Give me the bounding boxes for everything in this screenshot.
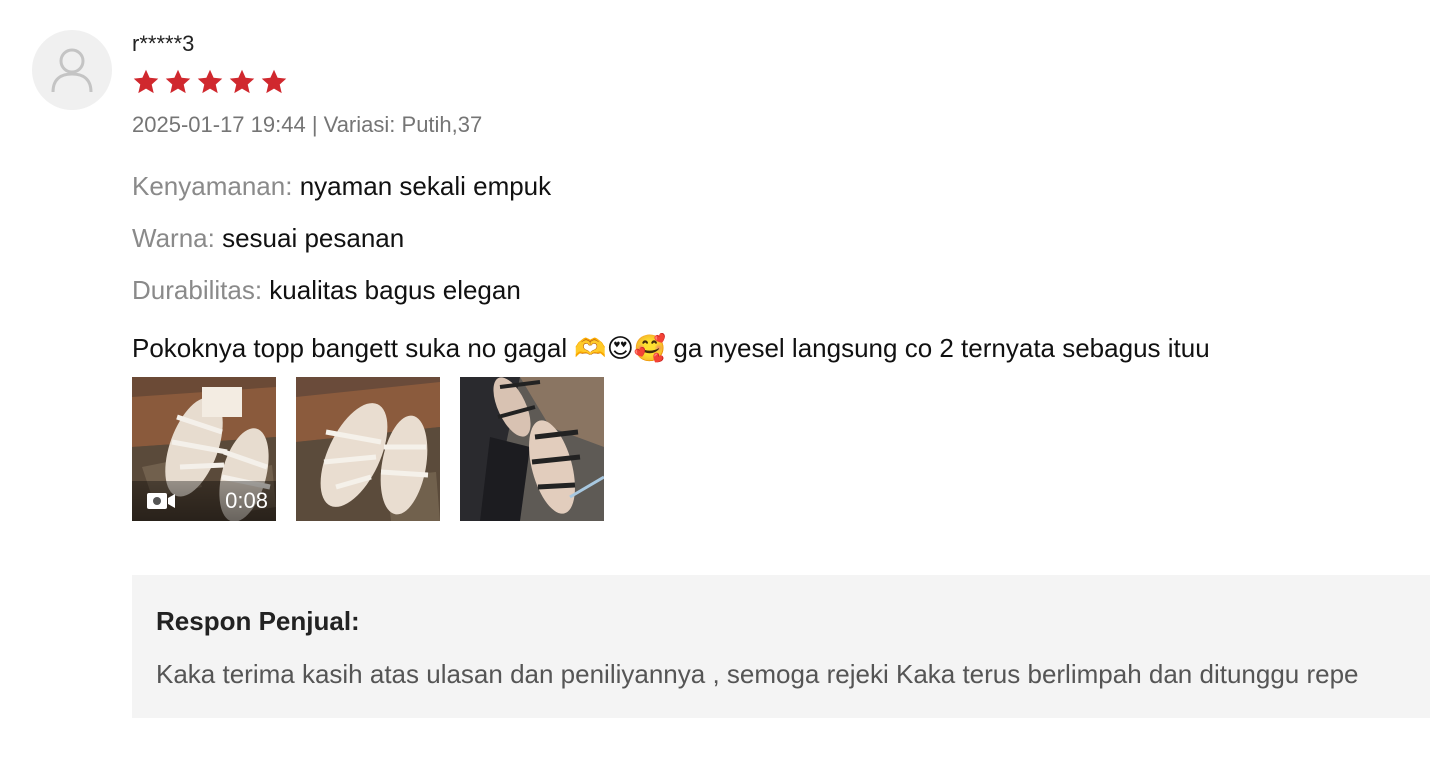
review-attributes: Kenyamanan: nyaman sekali empuk Warna: s… (132, 160, 1430, 316)
attribute-comfort: Kenyamanan: nyaman sekali empuk (132, 160, 1430, 212)
sandal-photo (296, 377, 440, 521)
variation-label: Variasi: (323, 112, 396, 137)
seller-response-title: Respon Penjual: (156, 606, 360, 636)
star-icon (229, 69, 255, 94)
attribute-color: Warna: sesuai pesanan (132, 212, 1430, 264)
user-silhouette-icon (51, 48, 93, 93)
review-datetime: 2025-01-17 19:44 (132, 112, 306, 137)
attribute-value: sesuai pesanan (222, 223, 405, 253)
seller-response: Respon Penjual: Kaka terima kasih atas u… (132, 575, 1430, 718)
review-photo-thumbnail[interactable] (296, 377, 440, 521)
star-icon (165, 69, 191, 94)
star-icon (133, 69, 159, 94)
seller-response-text: Kaka terima kasih atas ulasan dan penili… (156, 659, 1359, 689)
review-video-thumbnail[interactable]: 0:08 (132, 377, 276, 521)
sandal-photo (460, 377, 604, 521)
review-photo-thumbnail[interactable] (460, 377, 604, 521)
attribute-durability: Durabilitas: kualitas bagus elegan (132, 264, 1430, 316)
avatar (32, 30, 112, 110)
star-icon (197, 69, 223, 94)
attribute-label: Kenyamanan: (132, 171, 293, 201)
variation-value: Putih,37 (401, 112, 483, 137)
video-overlay: 0:08 (132, 481, 276, 521)
review-media: 0:08 (132, 377, 1430, 521)
review: r*****3 2025-01-17 19:44 | Variasi: Puti… (132, 28, 1430, 521)
attribute-label: Warna: (132, 223, 215, 253)
attribute-label: Durabilitas: (132, 275, 263, 305)
star-icon (261, 69, 287, 94)
username: r*****3 (132, 31, 195, 56)
attribute-value: nyaman sekali empuk (299, 171, 552, 201)
attribute-value: kualitas bagus elegan (269, 275, 521, 305)
video-camera-icon (147, 493, 175, 509)
video-duration: 0:08 (225, 488, 268, 513)
star-rating (132, 68, 1430, 98)
review-meta: 2025-01-17 19:44 | Variasi: Putih,37 (132, 110, 1430, 140)
meta-separator: | (305, 112, 324, 137)
review-text: Pokoknya topp bangett suka no gagal 🫶😍🥰 … (132, 333, 1210, 363)
